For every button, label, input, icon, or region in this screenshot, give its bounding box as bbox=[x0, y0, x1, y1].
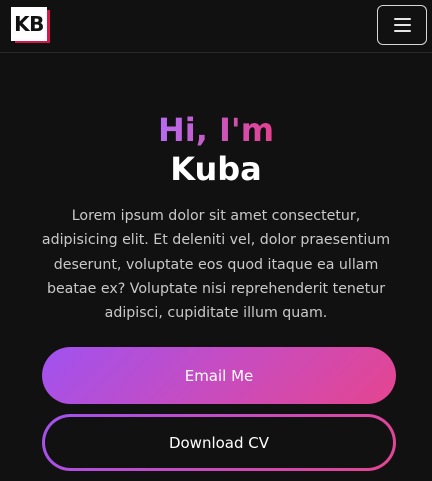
logo[interactable]: KB bbox=[11, 7, 51, 45]
hamburger-menu-icon bbox=[393, 18, 411, 20]
hero-intro-text: Lorem ipsum dolor sit amet consectetur, … bbox=[41, 208, 391, 322]
download-cv-button[interactable]: Download CV bbox=[42, 414, 396, 471]
hamburger-menu-icon-bar bbox=[393, 30, 411, 32]
hero-heading: Hi, I'm Kuba bbox=[0, 110, 432, 189]
email-me-label: Email Me bbox=[184, 366, 254, 385]
navbar: KB bbox=[0, 0, 432, 53]
logo-box: KB bbox=[11, 7, 47, 41]
hero-name: Kuba bbox=[170, 150, 262, 188]
page: KB Hi, I'm Kuba Lorem ipsum dolor sit am… bbox=[0, 0, 432, 481]
logo-text: KB bbox=[14, 12, 44, 36]
hero-greeting: Hi, I'm bbox=[157, 111, 275, 149]
hamburger-menu-icon-bar bbox=[393, 24, 411, 26]
email-me-button[interactable]: Email Me bbox=[42, 347, 396, 404]
menu-toggle-button[interactable] bbox=[377, 5, 427, 45]
download-cv-inner: Download CV bbox=[45, 417, 393, 468]
download-cv-label: Download CV bbox=[168, 433, 270, 452]
